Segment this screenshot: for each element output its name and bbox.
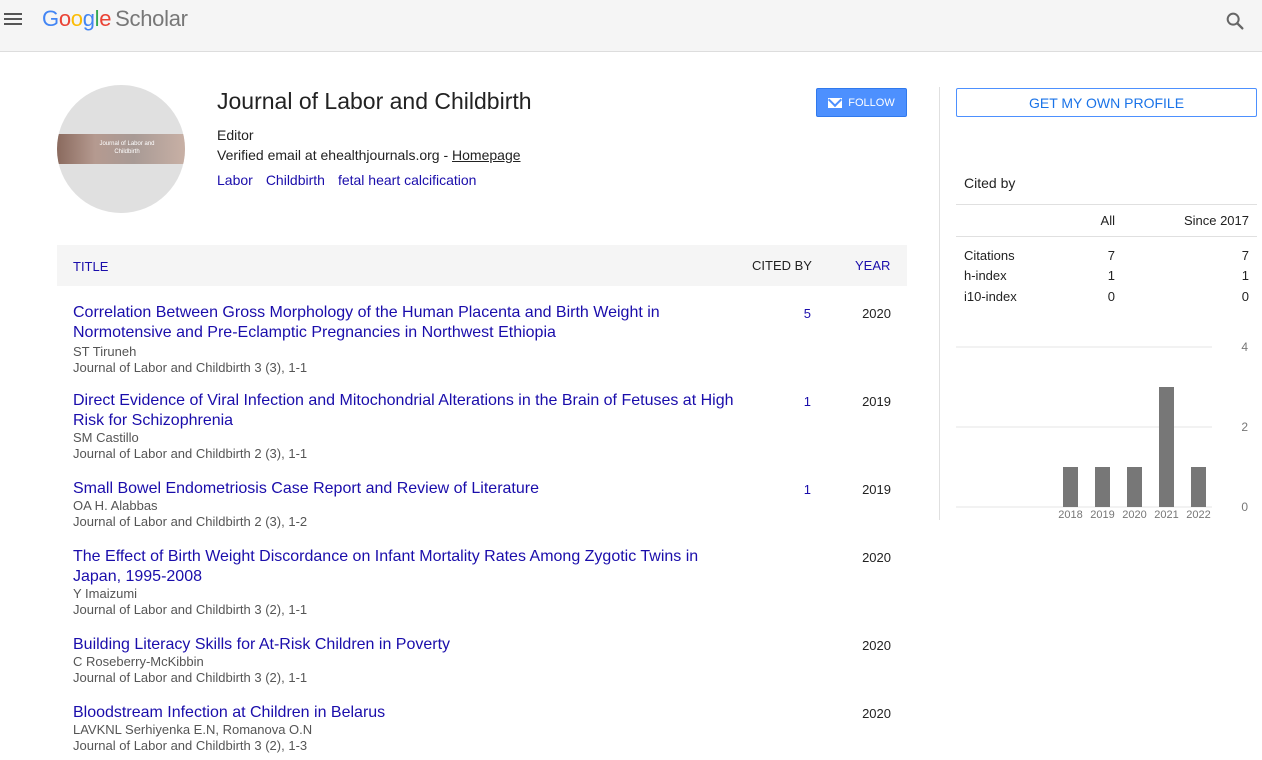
x-tick-label: 2019 [1090,509,1114,521]
article-venue: Journal of Labor and Childbirth 2 (3), 1… [73,446,308,461]
article-authors: SM Castillo [73,430,139,445]
table-row: Direct Evidence of Viral Infection and M… [57,391,907,467]
table-row: Building Literacy Skills for At-Risk Chi… [57,635,907,691]
avatar: Journal of Labor and Childbirth [57,85,185,213]
bar[interactable] [1127,467,1142,507]
article-authors: LAVKNL Serhiyenka E.N, Romanova O.N [73,722,313,737]
envelope-icon [828,97,843,108]
article-title-link[interactable]: Building Literacy Skills for At-Risk Chi… [73,635,743,655]
logo-letter: e [99,6,112,31]
top-bar: Google Scholar [0,0,1262,52]
interest-link[interactable]: fetal heart calcification [338,172,477,188]
article-title-link[interactable]: Small Bowel Endometriosis Case Report an… [73,479,743,499]
bar[interactable] [1191,467,1206,507]
avatar-text: Journal of Labor and Childbirth [99,141,155,155]
cited-by-title: Cited by [964,175,1016,191]
profile-role: Editor [217,127,254,143]
get-my-own-profile-button[interactable]: GET MY OWN PROFILE [956,88,1257,117]
stat-since-i10-index: 0 [1241,289,1249,304]
logo-suffix: Scholar [115,6,188,31]
y-tick-label: 2 [1241,420,1248,434]
x-tick-label: 2021 [1154,509,1178,521]
articles-table-header: TITLE CITED BY YEAR [57,245,907,286]
stat-all-i10-index: 0 [1107,289,1115,304]
article-title-link[interactable]: The Effect of Birth Weight Discordance o… [73,547,743,587]
interest-link[interactable]: Labor [217,172,253,188]
hamburger-menu-icon[interactable] [4,10,24,30]
cited-by-count-link[interactable]: 1 [777,482,811,497]
stat-since-h-index: 1 [1241,268,1249,283]
article-venue: Journal of Labor and Childbirth 3 (2), 1… [73,670,308,685]
article-year: 2020 [862,550,891,565]
follow-button[interactable]: FOLLOW [816,88,907,117]
y-tick-label: 0 [1241,500,1248,514]
article-year: 2020 [862,638,891,653]
google-scholar-logo[interactable]: Google Scholar [42,6,188,32]
stat-since-citations: 7 [1241,248,1249,263]
article-venue: Journal of Labor and Childbirth 3 (3), 1… [73,360,308,375]
article-authors: ST Tiruneh [73,344,137,359]
stats-header-all[interactable]: All [1060,213,1115,228]
bar[interactable] [1095,467,1110,507]
column-divider [939,87,940,520]
article-authors: OA H. Alabbas [73,498,158,513]
cited-by-count-link[interactable]: 5 [777,306,811,321]
x-tick-label: 2022 [1186,509,1210,521]
email-text: Verified email at ehealthjournals.org - [217,147,453,163]
profile-email: Verified email at ehealthjournals.org - … [217,147,521,163]
homepage-link[interactable]: Homepage [452,147,521,163]
article-venue: Journal of Labor and Childbirth 3 (2), 1… [73,602,308,617]
article-venue: Journal of Labor and Childbirth 3 (2), 1… [73,738,308,753]
x-tick-label: 2018 [1058,509,1082,521]
article-authors: C Roseberry-McKibbin [73,654,204,669]
article-title-link[interactable]: Bloodstream Infection at Children in Bel… [73,703,743,723]
logo-letter: G [42,6,59,31]
stat-all-citations: 7 [1107,248,1115,263]
profile-name: Journal of Labor and Childbirth [217,88,532,114]
table-row: Small Bowel Endometriosis Case Report an… [57,479,907,535]
article-venue: Journal of Labor and Childbirth 2 (3), 1… [73,514,308,529]
search-icon[interactable] [1224,10,1246,32]
article-year: 2020 [862,306,891,321]
stat-all-h-index: 1 [1107,268,1115,283]
article-authors: Y Imaizumi [73,586,138,601]
x-tick-label: 2020 [1122,509,1146,521]
divider [956,204,1257,205]
citations-per-year-chart: 0 2 4 2018 2019 2020 2021 2022 [956,340,1248,521]
year-column-header[interactable]: YEAR [855,258,890,273]
bar[interactable] [1159,387,1174,507]
divider [956,236,1257,237]
article-year: 2019 [862,394,891,409]
cited-by-count-link[interactable]: 1 [777,394,811,409]
interests-list: Labor Childbirth fetal heart calcification [217,172,489,188]
table-row: The Effect of Birth Weight Discordance o… [57,547,907,623]
interest-link[interactable]: Childbirth [266,172,325,188]
logo-letter: o [58,6,71,31]
article-year: 2019 [862,482,891,497]
logo-letter: o [70,6,83,31]
follow-label: FOLLOW [848,96,895,109]
y-tick-label: 4 [1241,340,1248,354]
article-title-link[interactable]: Correlation Between Gross Morphology of … [73,303,743,343]
article-title-link[interactable]: Direct Evidence of Viral Infection and M… [73,391,743,431]
logo-letter: g [82,6,95,31]
article-year: 2020 [862,706,891,721]
stat-label-h-index: h-index [964,268,1007,283]
table-row: Correlation Between Gross Morphology of … [57,303,907,379]
stat-label-i10-index: i10-index [964,289,1017,304]
title-column-header[interactable]: TITLE [73,259,108,274]
stats-header-since[interactable]: Since 2017 [1150,213,1249,228]
cited-by-column-header[interactable]: CITED BY [752,258,812,273]
bar[interactable] [1063,467,1078,507]
table-row: Bloodstream Infection at Children in Bel… [57,703,907,759]
stat-label-citations: Citations [964,248,1015,263]
